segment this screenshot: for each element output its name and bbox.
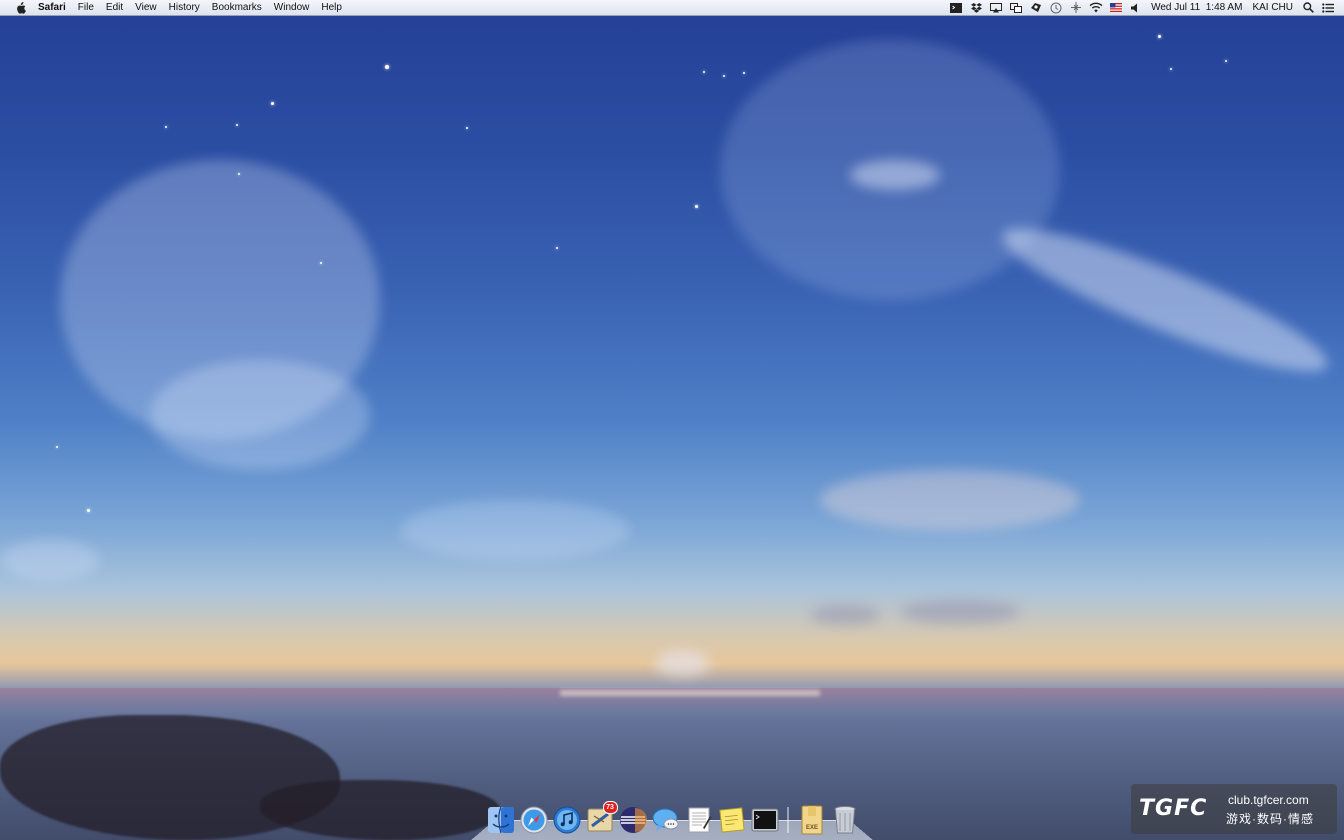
wallpaper-star <box>271 102 274 105</box>
us-flag-input-icon[interactable] <box>1109 1 1123 14</box>
menu-bookmarks[interactable]: Bookmarks <box>206 0 268 15</box>
dock-separator <box>787 807 789 833</box>
textedit-icon[interactable] <box>684 805 714 835</box>
wallpaper-star <box>1158 35 1161 38</box>
menu-edit[interactable]: Edit <box>100 0 129 15</box>
desktop-wallpaper <box>0 0 1344 840</box>
downloads-stack-label: EXE <box>805 825 817 831</box>
wallpaper-star <box>723 75 725 77</box>
wallpaper-cloud <box>655 650 710 676</box>
wallpaper-cloud <box>400 500 630 560</box>
volume-icon[interactable] <box>1129 1 1143 14</box>
time-machine-icon[interactable] <box>1049 1 1063 14</box>
wallpaper-star <box>743 72 745 74</box>
menu-bar-status-area: Wed Jul 11 1:48 AM KAI CHU <box>946 0 1344 15</box>
mail-unread-badge: 73 <box>602 801 618 814</box>
wallpaper-cloud <box>991 206 1339 394</box>
menu-app-name[interactable]: Safari <box>32 0 72 15</box>
wallpaper-star <box>385 65 389 69</box>
menu-help[interactable]: Help <box>315 0 348 15</box>
wallpaper-star <box>56 446 58 448</box>
site-watermark: TGFC club.tgfcer.com 游戏·数码·情感 <box>1131 784 1337 834</box>
airplay-icon[interactable] <box>989 1 1003 14</box>
terminal-icon[interactable] <box>949 1 963 14</box>
wallpaper-star <box>238 173 240 175</box>
watermark-url: club.tgfcer.com <box>1228 793 1309 807</box>
menu-file[interactable]: File <box>72 0 100 15</box>
wallpaper-star <box>556 247 558 249</box>
spotlight-search-icon[interactable] <box>1301 1 1315 14</box>
mail-icon[interactable]: 73 <box>585 801 618 835</box>
notification-list-icon[interactable] <box>1321 1 1335 14</box>
finder-icon[interactable] <box>486 805 516 835</box>
menu-clock[interactable]: Wed Jul 11 1:48 AM <box>1146 0 1247 15</box>
menu-bar-left: Safari File Edit View History Bookmarks … <box>0 0 348 15</box>
wallpaper-star <box>320 262 322 264</box>
trash-icon[interactable] <box>830 805 860 835</box>
watermark-tagline: 游戏·数码·情感 <box>1226 812 1314 826</box>
messages-icon[interactable] <box>651 805 681 835</box>
itunes-icon[interactable] <box>552 805 582 835</box>
sync-icon[interactable] <box>1029 1 1043 14</box>
wallpaper-cloud <box>0 540 100 580</box>
wallpaper-cloud <box>150 360 370 470</box>
menu-window[interactable]: Window <box>268 0 316 15</box>
apple-logo-icon[interactable] <box>14 1 26 14</box>
wallpaper-star <box>1170 68 1172 70</box>
watermark-logo: TGFC <box>1139 796 1208 821</box>
menu-view[interactable]: View <box>129 0 163 15</box>
wallpaper-horizon <box>560 690 820 696</box>
wallpaper-star <box>1225 60 1227 62</box>
stickies-icon[interactable] <box>717 805 747 835</box>
menu-history[interactable]: History <box>163 0 206 15</box>
wallpaper-cloud <box>850 160 940 190</box>
wallpaper-cloud <box>900 600 1020 624</box>
wallpaper-cloud <box>810 605 880 625</box>
safari-icon[interactable] <box>519 805 549 835</box>
eclipse-icon[interactable] <box>618 805 648 835</box>
wallpaper-star <box>695 205 698 208</box>
dock: 73 EXE <box>484 799 864 835</box>
wifi-icon[interactable] <box>1089 1 1103 14</box>
wallpaper-star <box>703 71 705 73</box>
wallpaper-cloud <box>820 470 1080 530</box>
dropbox-icon[interactable] <box>969 1 983 14</box>
downloads-stack-icon[interactable]: EXE <box>797 805 827 835</box>
terminal-app-icon[interactable] <box>750 805 780 835</box>
wallpaper-star <box>466 127 468 129</box>
wallpaper-star <box>165 126 167 128</box>
menu-user-name[interactable]: KAI CHU <box>1247 0 1298 15</box>
display-icon[interactable] <box>1009 1 1023 14</box>
wallpaper-star <box>236 124 238 126</box>
bluetooth-icon[interactable] <box>1069 1 1083 14</box>
wallpaper-star <box>87 509 90 512</box>
menu-bar: Safari File Edit View History Bookmarks … <box>0 0 1344 16</box>
